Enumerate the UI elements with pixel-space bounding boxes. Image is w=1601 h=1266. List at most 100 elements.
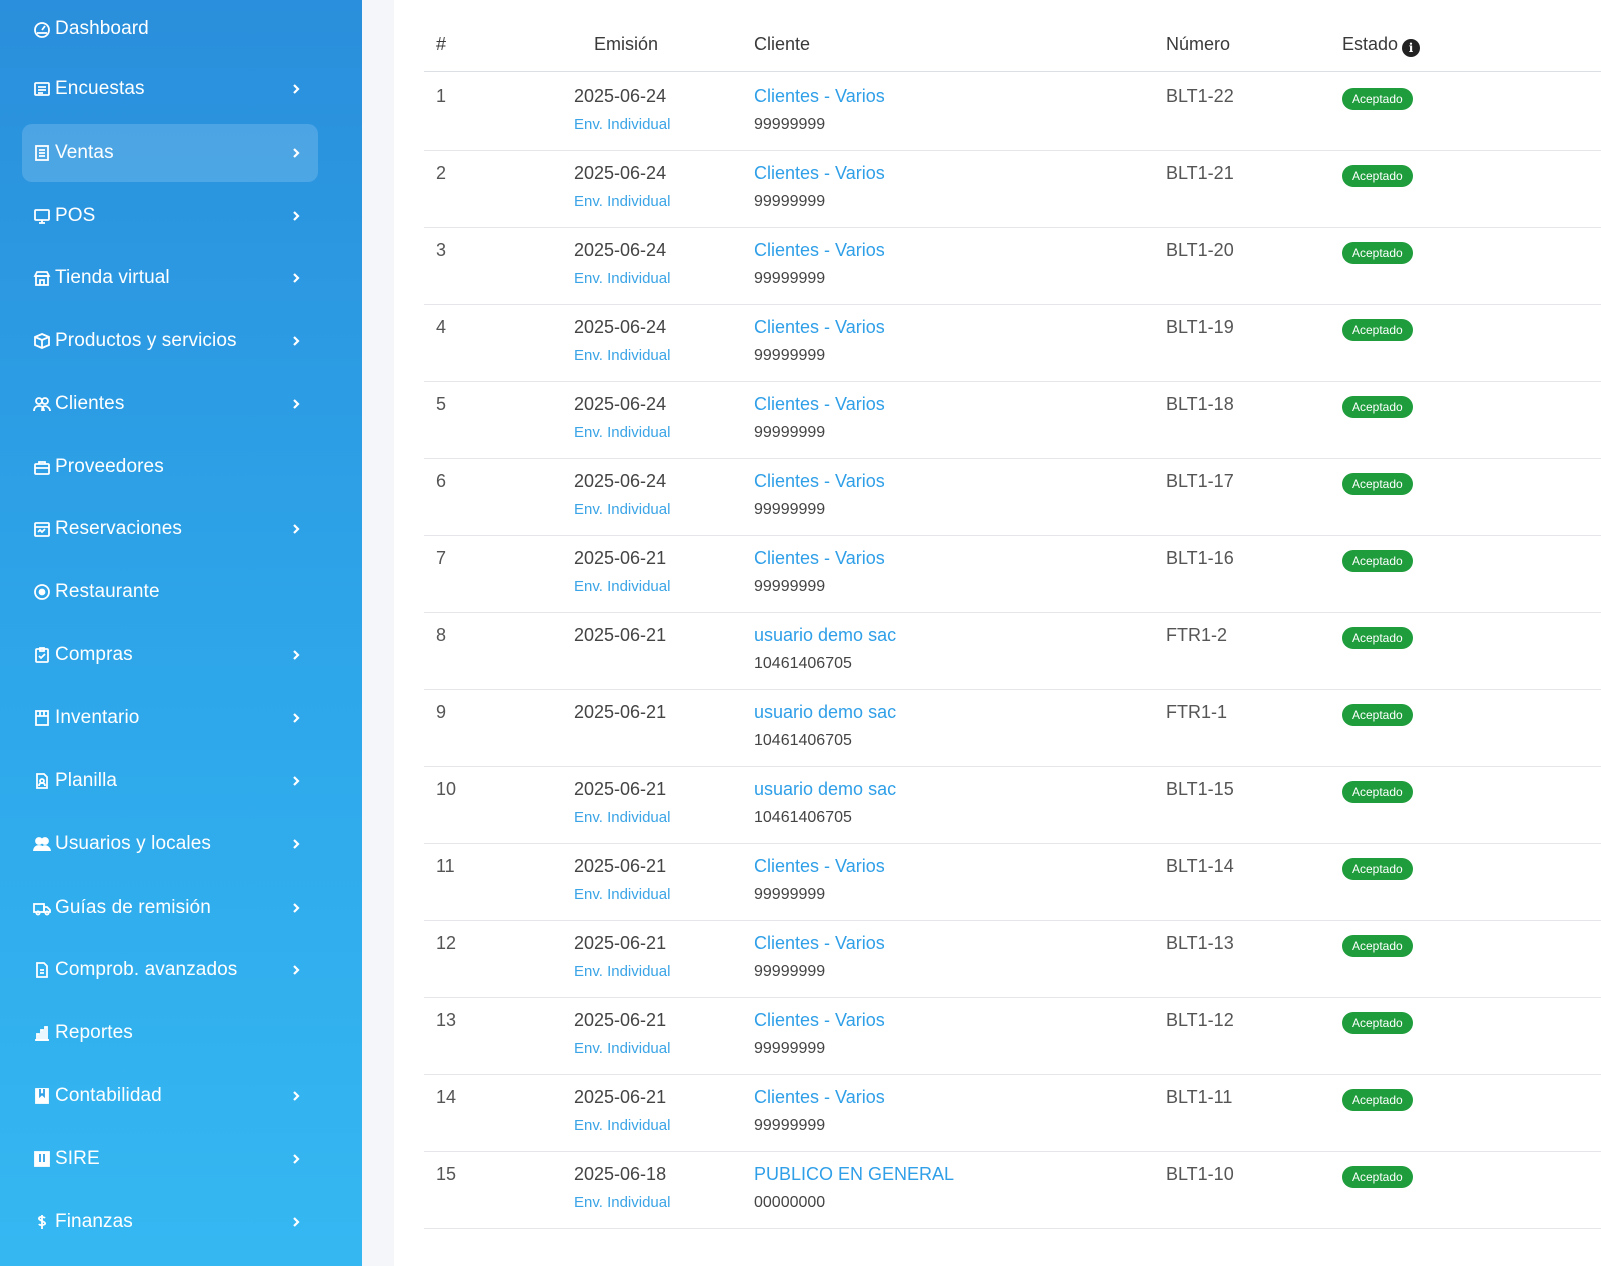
sidebar-item-comprob-avanzados[interactable]: Comprob. avanzados	[22, 941, 318, 999]
client-name-link[interactable]: Clientes - Varios	[754, 933, 885, 954]
sidebar-item-sire[interactable]: SIRE	[22, 1130, 318, 1188]
chevron-right-icon[interactable]	[286, 1149, 306, 1169]
sidebar-item-planilla[interactable]: Planilla	[22, 752, 318, 810]
client-name-link[interactable]: usuario demo sac	[754, 779, 896, 800]
status-badge: Aceptado	[1342, 473, 1413, 495]
sidebar-item-guias-de-remision[interactable]: Guías de remisión	[22, 879, 318, 937]
client-name-link[interactable]: Clientes - Varios	[754, 240, 885, 261]
send-type-link[interactable]: Env. Individual	[574, 1040, 670, 1057]
emission-date: 2025-06-21	[574, 1010, 667, 1030]
chevron-right-icon[interactable]	[286, 206, 306, 226]
send-type-link[interactable]: Env. Individual	[574, 424, 670, 441]
row-number: 14	[436, 1087, 457, 1107]
send-type-link[interactable]: Env. Individual	[574, 809, 670, 826]
client-document-number: 99999999	[754, 886, 826, 903]
chevron-right-icon[interactable]	[286, 1086, 306, 1106]
emission-date: 2025-06-24	[574, 163, 667, 183]
header-cliente[interactable]: Cliente	[754, 34, 810, 55]
send-type-link[interactable]: Env. Individual	[574, 963, 670, 980]
sidebar-item-ventas[interactable]: Ventas	[22, 124, 318, 182]
chevron-right-icon[interactable]	[286, 771, 306, 791]
sidebar-item-label: Guías de remisión	[55, 897, 211, 918]
client-name-link[interactable]: Clientes - Varios	[754, 317, 885, 338]
client-name-link[interactable]: usuario demo sac	[754, 625, 896, 646]
client-document-number: 10461406705	[754, 655, 852, 672]
sidebar-item-label: Encuestas	[55, 78, 145, 99]
sidebar-item-proveedores[interactable]: Proveedores	[22, 438, 318, 496]
row-number: 6	[436, 471, 447, 491]
sidebar-item-compras[interactable]: Compras	[22, 626, 318, 684]
sidebar-item-finanzas[interactable]: Finanzas	[22, 1193, 318, 1251]
client-name-link[interactable]: Clientes - Varios	[754, 1010, 885, 1031]
table-row: 3 2025-06-24 Env. Individual Clientes - Var…	[424, 226, 1601, 305]
chevron-right-icon[interactable]	[286, 143, 306, 163]
send-type-link[interactable]: Env. Individual	[574, 193, 670, 210]
chevron-right-icon[interactable]	[286, 645, 306, 665]
client-name-link[interactable]: Clientes - Varios	[754, 856, 885, 877]
client-document-number: 99999999	[754, 963, 826, 980]
table-row: 10 2025-06-21 Env. Individual usuario demo …	[424, 765, 1601, 844]
sidebar-item-clientes[interactable]: Clientes	[22, 375, 318, 433]
client-name-link[interactable]: Clientes - Varios	[754, 163, 885, 184]
sidebar-item-usuarios-y-locales[interactable]: Usuarios y locales	[22, 815, 318, 873]
info-icon[interactable]: i	[1402, 39, 1421, 57]
sidebar-item-label: Planilla	[55, 770, 118, 791]
row-number: 1	[436, 86, 447, 106]
inventory-icon	[31, 707, 53, 729]
sidebar-item-label: Tienda virtual	[55, 267, 170, 288]
emission-date: 2025-06-21	[574, 933, 667, 953]
send-type-link[interactable]: Env. Individual	[574, 116, 670, 133]
sidebar-item-restaurante[interactable]: Restaurante	[22, 563, 318, 621]
header-numero[interactable]: Número	[1166, 34, 1230, 55]
send-type-link[interactable]: Env. Individual	[574, 886, 670, 903]
chevron-right-icon[interactable]	[286, 268, 306, 288]
invoice-number: BLT1-13	[1166, 933, 1234, 953]
emission-date: 2025-06-18	[574, 1164, 667, 1184]
client-name-link[interactable]: Clientes - Varios	[754, 471, 885, 492]
sidebar-item-inventario[interactable]: Inventario	[22, 689, 318, 747]
send-type-link[interactable]: Env. Individual	[574, 347, 670, 364]
send-type-link[interactable]: Env. Individual	[574, 501, 670, 518]
emission-date: 2025-06-21	[574, 779, 667, 799]
sidebar-item-label: Productos y servicios	[55, 330, 237, 351]
header-num: #	[436, 34, 447, 54]
sidebar-item-label: Reportes	[55, 1022, 133, 1043]
sidebar-item-productos-y-servicios[interactable]: Productos y servicios	[22, 312, 318, 370]
row-number: 12	[436, 933, 457, 953]
client-name-link[interactable]: usuario demo sac	[754, 702, 896, 723]
row-number: 4	[436, 317, 447, 337]
emission-date: 2025-06-24	[574, 394, 667, 414]
send-type-link[interactable]: Env. Individual	[574, 578, 670, 595]
table-row: 4 2025-06-24 Env. Individual Clientes - Var…	[424, 303, 1601, 382]
chevron-right-icon[interactable]	[286, 960, 306, 980]
send-type-link[interactable]: Env. Individual	[574, 1194, 670, 1211]
row-number: 5	[436, 394, 447, 414]
sidebar-item-reservaciones[interactable]: Reservaciones	[22, 500, 318, 558]
client-name-link[interactable]: Clientes - Varios	[754, 86, 885, 107]
chevron-right-icon[interactable]	[286, 834, 306, 854]
client-name-link[interactable]: Clientes - Varios	[754, 394, 885, 415]
client-name-link[interactable]: Clientes - Varios	[754, 548, 885, 569]
chevron-right-icon[interactable]	[286, 79, 306, 99]
send-type-link[interactable]: Env. Individual	[574, 270, 670, 287]
client-name-link[interactable]: PUBLICO EN GENERAL	[754, 1164, 954, 1185]
status-badge: Aceptado	[1342, 858, 1413, 880]
sidebar-item-reportes[interactable]: Reportes	[22, 1004, 318, 1062]
send-type-link[interactable]: Env. Individual	[574, 1117, 670, 1134]
chevron-right-icon[interactable]	[286, 708, 306, 728]
sidebar-item-dashboard[interactable]: Dashboard	[22, 0, 318, 58]
sidebar-item-encuestas[interactable]: Encuestas	[22, 60, 318, 118]
table-row: 1 2025-06-24 Env. Individual Clientes - Var…	[424, 72, 1601, 151]
monitor-icon	[31, 205, 53, 227]
header-emision[interactable]: Emisión	[594, 34, 658, 55]
client-name-link[interactable]: Clientes - Varios	[754, 1087, 885, 1108]
sidebar-item-contabilidad[interactable]: Contabilidad	[22, 1067, 318, 1125]
chevron-right-icon[interactable]	[286, 898, 306, 918]
sidebar-item-pos[interactable]: POS	[22, 187, 318, 245]
sidebar-item-tienda-virtual[interactable]: Tienda virtual	[22, 249, 318, 307]
chevron-right-icon[interactable]	[286, 519, 306, 539]
chevron-right-icon[interactable]	[286, 394, 306, 414]
store-icon	[31, 267, 53, 289]
chevron-right-icon[interactable]	[286, 1212, 306, 1232]
chevron-right-icon[interactable]	[286, 331, 306, 351]
